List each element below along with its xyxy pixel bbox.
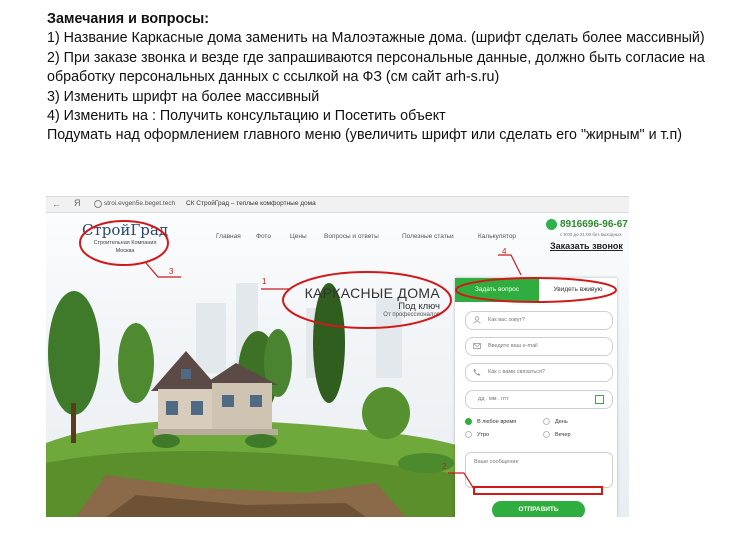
website-screenshot: ← Я stroi.evgen5e.beget.tech СК СтройГра… <box>46 196 629 517</box>
annotation-label-4: 4 <box>502 247 507 256</box>
note-2: 2) При заказе звонка и везде где запраши… <box>47 49 705 86</box>
note-5: Подумать над оформлением главного меню (… <box>47 127 682 144</box>
annotation-line-4 <box>498 254 522 276</box>
note-3: 3) Изменить шрифт на более массивный <box>47 88 320 105</box>
annotation-line-2 <box>448 472 475 490</box>
notes-block: Замечания и вопросы: 1) Название Каркасн… <box>47 10 737 146</box>
annotation-line-3 <box>145 262 181 278</box>
annotation-ellipse-tabs <box>455 277 617 303</box>
annotation-ellipse-logo <box>79 220 169 266</box>
review-annotations <box>79 220 617 495</box>
annotation-label-2: 2 <box>442 462 447 471</box>
note-1: 1) Название Каркасные дома заменить на М… <box>47 30 705 47</box>
note-4: 4) Изменить на : Получить консультацию и… <box>47 108 446 125</box>
annotation-label-1: 1 <box>262 277 267 286</box>
notes-title: Замечания и вопросы: <box>47 11 209 27</box>
annotation-ellipse-headline <box>282 271 452 329</box>
annotation-label-3: 3 <box>169 267 174 276</box>
annotation-rect-consent <box>473 486 603 495</box>
